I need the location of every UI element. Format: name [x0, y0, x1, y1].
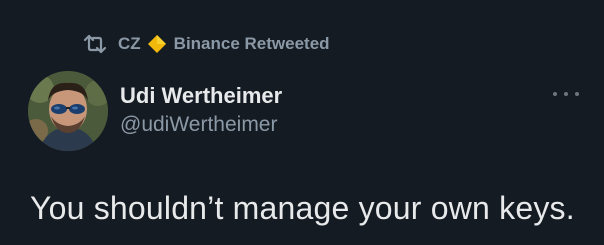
- author-handle[interactable]: @udiWertheimer: [120, 113, 277, 137]
- more-dot: [564, 92, 568, 96]
- retweet-label[interactable]: Binance Retweeted: [174, 34, 330, 54]
- avatar[interactable]: [28, 71, 108, 151]
- retweet-icon: [82, 34, 108, 54]
- tweet-text: You shouldn’t manage your own keys.: [30, 190, 575, 226]
- binance-diamond-icon: [147, 34, 167, 54]
- more-dot: [553, 92, 557, 96]
- author-name[interactable]: Udi Wertheimer: [120, 83, 282, 109]
- more-dot: [575, 92, 579, 96]
- retweeter-name[interactable]: CZ: [118, 34, 141, 54]
- more-icon[interactable]: [553, 86, 579, 102]
- retweet-context: CZ Binance Retweeted: [82, 32, 330, 56]
